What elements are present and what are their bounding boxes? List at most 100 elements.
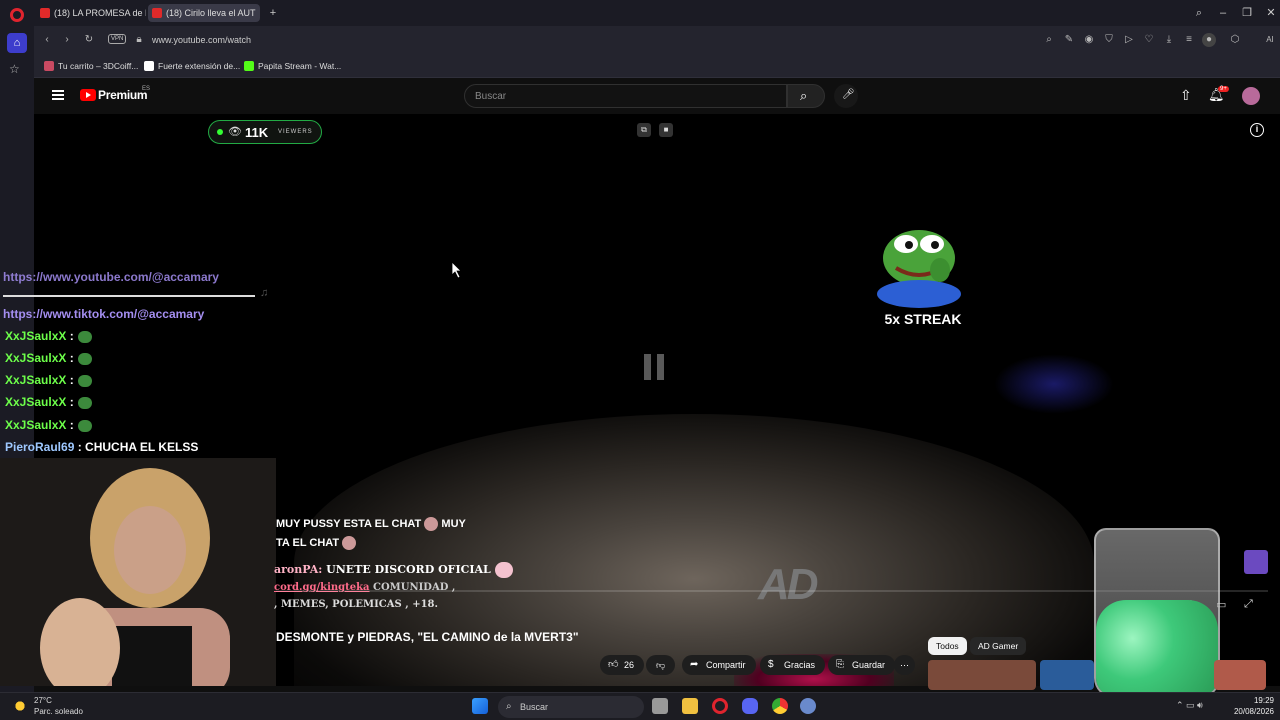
minimize-icon[interactable]: – [1214,4,1232,22]
chat-divider [3,295,255,297]
pepe-emote-icon [77,419,92,432]
channel-badge-icon[interactable] [1244,550,1268,574]
maximize-icon[interactable]: ❐ [1238,4,1256,22]
avatar[interactable] [1242,87,1260,105]
miniplayer-icon[interactable]: ⧉ [637,123,651,137]
chrome-icon[interactable] [772,698,788,714]
recommended-thumbnail[interactable] [1040,660,1094,690]
more-actions-button[interactable]: ⋯ [894,655,915,675]
camera-icon[interactable]: ◉ [1082,33,1096,47]
thanks-button[interactable]: $ Gracias [760,655,826,675]
chat-text: : [66,373,74,387]
task-view-icon[interactable] [652,698,668,714]
video-frame-light [994,354,1114,414]
youtube-logo-icon[interactable] [80,89,96,101]
emote-icon [494,562,513,578]
extension-icon[interactable]: ⬡ [1228,33,1242,47]
youtube-favicon-icon [40,8,50,18]
clock[interactable]: 19:29 20/08/2026 [1224,695,1274,717]
chat-text: : CHUCHA EL KELSS [74,440,199,454]
chip-todos[interactable]: Todos [928,637,967,655]
bookmark-papita[interactable]: Papita Stream - Wat... [244,58,341,74]
clock-date: 20/08/2026 [1233,707,1274,716]
emote-icon [342,536,357,550]
share-button[interactable]: ➦ Compartir [682,655,756,675]
play-icon[interactable]: ▷ [1122,33,1136,47]
tab-la-promesa[interactable]: (18) LA PROMESA de King [36,4,146,22]
discord-icon[interactable] [742,698,758,714]
edit-icon[interactable]: ✎ [1062,33,1076,47]
webcam-feed [0,458,276,686]
overlay-chat-line: TA EL CHAT [276,536,357,550]
tray-icons[interactable]: ⌃ ▭ 🔊︎ [1176,700,1203,711]
opera-icon[interactable] [712,698,728,714]
overlay-chat-line: , MEMES, POLEMICAS , +18. [274,599,438,610]
chat-username: XxJSaulxX [5,329,67,343]
reload-icon[interactable]: ↻ [82,33,96,47]
back-icon[interactable]: ‹ [40,33,54,47]
taskbar-search[interactable]: ⌕ Buscar [498,696,644,718]
search-button[interactable]: ⌕ [787,84,825,108]
pause-icon[interactable] [644,354,666,380]
shield-icon[interactable]: ⛉ [1102,33,1116,47]
file-explorer-icon[interactable] [682,698,698,714]
voice-search-button[interactable]: 🎤︎ [834,84,858,108]
weather-widget[interactable]: 27°C Parc. soleado [34,695,83,717]
bookmark-icon: ⎘ [836,659,844,670]
new-tab-button[interactable]: + [264,4,282,22]
weather-desc: Parc. soleado [34,707,83,716]
music-icon: ♫ [260,287,269,299]
overlay-chat-line: aronPA: UNETE DISCORD OFICIAL [274,562,513,578]
star-icon[interactable]: ☆ [9,62,20,76]
heart-icon[interactable]: ♡ [1142,33,1156,47]
chat-text: : [66,351,74,365]
like-button[interactable]: 👍︎ 26 [600,655,645,675]
ai-button[interactable]: AI [1260,33,1280,47]
chip-ad-gamer[interactable]: AD Gamer [970,637,1027,655]
dislike-button[interactable]: 👎︎ [646,655,676,675]
forward-icon[interactable]: › [60,33,74,47]
bookmark-extension[interactable]: Fuerte extensión de... [144,58,240,74]
chat-link-youtube: https://www.youtube.com/@accamary [3,270,219,284]
emote-icon [424,517,439,531]
search-input[interactable]: Buscar [464,84,787,108]
url-text: www.youtube.com/watch [152,35,252,45]
search-icon[interactable]: ⌕ [1042,33,1056,47]
bookmark-favicon-icon [144,61,154,71]
youtube-premium-label[interactable]: Premium [98,88,148,102]
pepe-emote-icon [77,330,92,343]
windows-start-icon[interactable] [472,698,488,714]
close-icon[interactable]: ✕ [1262,4,1280,22]
url-field[interactable]: www.youtube.com/watch [128,30,1028,50]
youtube-favicon-icon [152,8,162,18]
recommended-thumbnail[interactable] [1214,660,1266,690]
bookmark-cart[interactable]: Tu carrito – 3DCoiff... [44,58,138,74]
home-icon[interactable]: ⌂ [7,33,27,53]
chat-username: XxJSaulxX [5,395,67,409]
camera-icon[interactable]: ■ [659,123,673,137]
ad-watermark-logo: AD [758,560,819,609]
save-button[interactable]: ⎘ Guardar [828,655,896,675]
menu-icon[interactable]: ≡ [1182,33,1196,47]
chat-message: XxJSaulxX : [5,373,92,387]
bookmarks-bar: Tu carrito – 3DCoiff... Fuerte extensión… [34,54,1280,78]
profile-icon[interactable]: ● [1202,33,1216,47]
opera-logo-icon[interactable] [10,8,24,22]
chat-text: : [66,395,74,409]
pepe-emote-icon [77,396,92,409]
upload-icon[interactable]: ⇧ [1180,87,1192,104]
weather-icon[interactable] [12,698,28,714]
settings-icon[interactable] [800,698,816,714]
bookmark-label: Papita Stream - Wat... [258,61,342,71]
tab-cirilo[interactable]: (18) Cirilo lleva el AUT [148,4,260,22]
recommended-thumbnail[interactable] [928,660,1036,690]
vpn-badge[interactable]: VPN [108,34,127,44]
weather-temp: 27°C [34,696,52,705]
chat-message: XxJSaulxX : [5,395,92,409]
overlay-chat-text: MUY [441,517,466,530]
download-icon[interactable]: ⤓ [1162,33,1176,47]
fullscreen-icon[interactable]: ⤢ [1244,598,1253,611]
search-tabs-icon[interactable]: ⌕ [1190,4,1208,22]
menu-icon[interactable] [52,90,64,100]
info-icon[interactable]: i [1250,123,1264,137]
